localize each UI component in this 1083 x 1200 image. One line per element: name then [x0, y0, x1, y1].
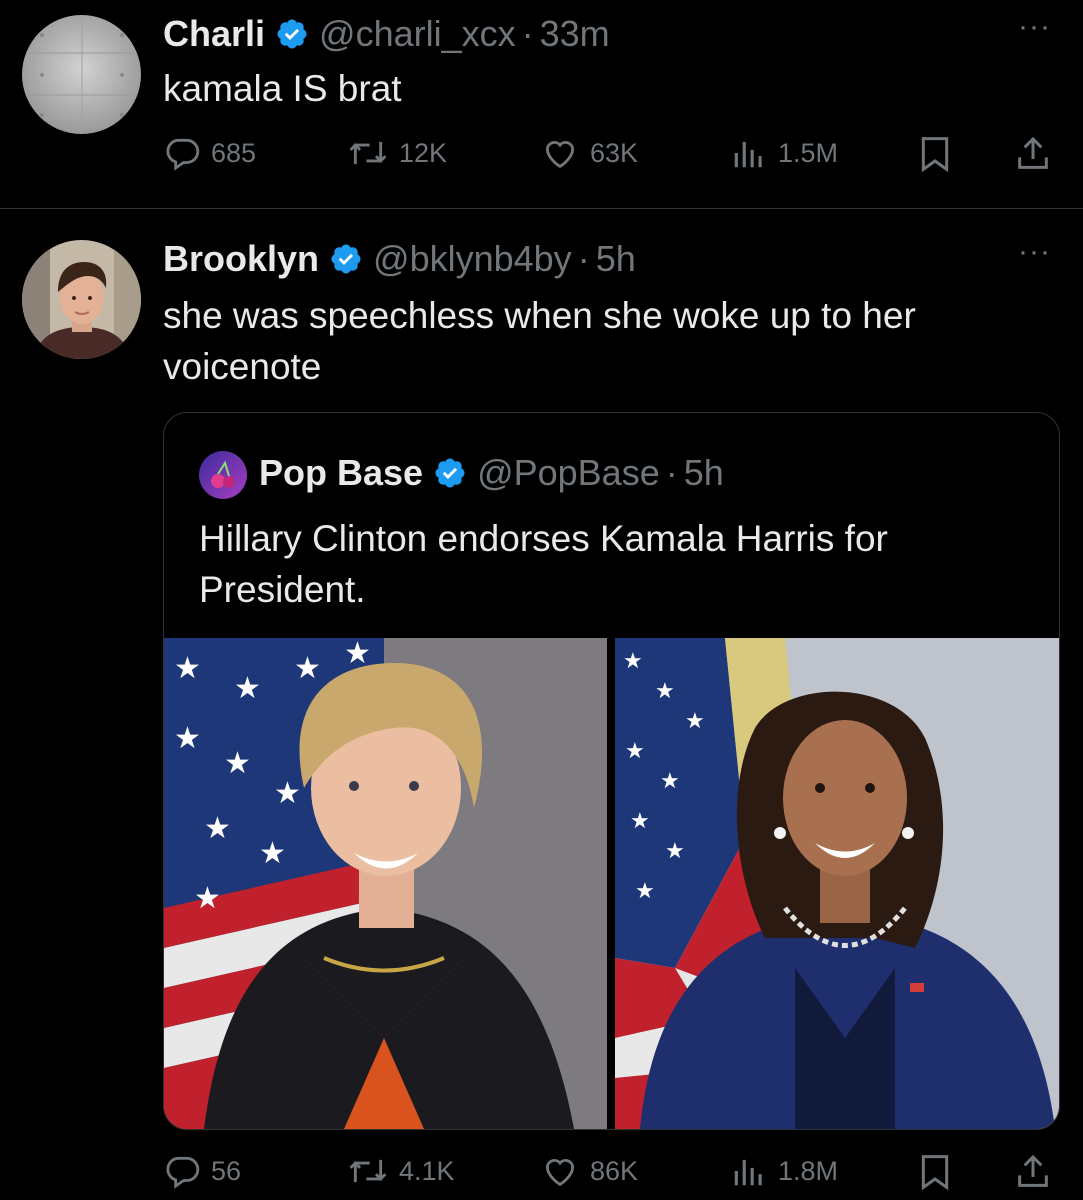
separator-dot: ·	[665, 452, 678, 493]
svg-text:★: ★	[660, 769, 680, 794]
photo-kamala-harris[interactable]: ★ ★ ★ ★ ★ ★ ★ ★	[615, 638, 1059, 1129]
views-icon	[734, 141, 762, 168]
like-icon	[545, 141, 575, 169]
repost-count: 4.1K	[399, 1155, 455, 1186]
views-icon	[734, 1159, 762, 1186]
tweet-actions: 56 4.1K 86K 1.8M	[163, 1152, 1058, 1192]
reply-count: 685	[211, 137, 257, 168]
svg-text:★: ★	[204, 811, 231, 846]
share-icon	[1018, 1154, 1048, 1187]
verified-badge-icon	[275, 17, 309, 51]
svg-text:★: ★	[174, 651, 201, 686]
avatar-charli[interactable]	[22, 15, 141, 134]
reply-icon	[166, 1156, 200, 1189]
bookmark-icon	[921, 1155, 949, 1191]
handle[interactable]: @charli_xcx	[319, 13, 516, 55]
share-button[interactable]	[1013, 1152, 1053, 1192]
separator-dot: ·	[577, 238, 590, 279]
share-button[interactable]	[1013, 134, 1053, 174]
svg-text:★: ★	[685, 709, 705, 734]
reply-button[interactable]: 56	[163, 1152, 241, 1190]
views-button[interactable]: 1.8M	[730, 1152, 838, 1190]
bookmark-button[interactable]	[915, 134, 955, 174]
verified-badge-icon	[433, 456, 467, 490]
repost-button[interactable]: 4.1K	[347, 1152, 455, 1190]
like-icon	[545, 1159, 575, 1187]
svg-text:★: ★	[655, 679, 675, 704]
handle[interactable]: @PopBase	[477, 452, 660, 494]
timestamp[interactable]: 5h	[596, 238, 636, 280]
quote-text: Hillary Clinton endorses Kamala Harris f…	[199, 518, 888, 610]
tweet-header: Brooklyn @bklynb4by · 5h	[163, 237, 636, 281]
like-button[interactable]: 86K	[540, 1152, 638, 1190]
display-name[interactable]: Brooklyn	[163, 238, 319, 280]
svg-text:★: ★	[630, 809, 650, 834]
bookmark-button[interactable]	[915, 1152, 955, 1192]
svg-text:★: ★	[224, 746, 251, 781]
repost-icon	[349, 1159, 387, 1183]
display-name[interactable]: Pop Base	[259, 452, 423, 494]
svg-text:★: ★	[623, 649, 643, 674]
quoted-tweet[interactable]: Pop Base @PopBase · 5h Hillary Clinton e…	[163, 412, 1060, 1130]
separator-dot: ·	[521, 13, 534, 54]
avatar-brooklyn[interactable]	[22, 240, 141, 359]
bookmark-icon	[921, 137, 949, 173]
handle[interactable]: @bklynb4by	[373, 238, 572, 280]
repost-count: 12K	[399, 137, 448, 168]
svg-text:★: ★	[234, 671, 261, 706]
photo-gap	[607, 638, 615, 1129]
tweet-charli[interactable]: Charli @charli_xcx · 33m ··· kamala IS b…	[0, 0, 1083, 208]
reply-icon	[166, 138, 200, 171]
svg-text:★: ★	[194, 881, 221, 916]
view-count: 1.5M	[778, 137, 839, 168]
svg-text:★: ★	[665, 839, 685, 864]
tweet-text: kamala IS brat	[163, 68, 402, 109]
tweet-text: she was speechless when she woke up to h…	[163, 295, 916, 387]
like-count: 86K	[590, 1155, 639, 1186]
reply-button[interactable]: 685	[163, 134, 256, 172]
view-count: 1.8M	[778, 1155, 839, 1186]
svg-text:★: ★	[625, 739, 645, 764]
reply-count: 56	[211, 1155, 242, 1186]
repost-icon	[349, 141, 387, 165]
share-icon	[1018, 136, 1048, 169]
like-button[interactable]: 63K	[540, 134, 638, 172]
svg-text:★: ★	[259, 836, 286, 871]
svg-text:★: ★	[294, 651, 321, 686]
like-count: 63K	[590, 137, 639, 168]
photo-hillary-clinton[interactable]: ★ ★ ★ ★ ★ ★ ★ ★ ★ ★	[164, 638, 607, 1129]
svg-text:★: ★	[635, 879, 655, 904]
display-name[interactable]: Charli	[163, 13, 265, 55]
svg-text:★: ★	[274, 776, 301, 811]
repost-button[interactable]: 12K	[347, 134, 447, 172]
timestamp[interactable]: 33m	[540, 13, 610, 55]
more-icon[interactable]: ···	[1018, 235, 1051, 269]
verified-badge-icon	[329, 242, 363, 276]
tweet-actions: 685 12K 63K 1.5M	[163, 134, 1058, 174]
avatar-popbase[interactable]	[199, 451, 247, 499]
svg-text:★: ★	[174, 721, 201, 756]
views-button[interactable]: 1.5M	[730, 134, 838, 172]
tweet-header: Charli @charli_xcx · 33m	[163, 12, 610, 56]
timestamp[interactable]: 5h	[684, 452, 724, 494]
more-icon[interactable]: ···	[1018, 10, 1051, 44]
quote-header: Pop Base @PopBase · 5h	[259, 451, 724, 495]
